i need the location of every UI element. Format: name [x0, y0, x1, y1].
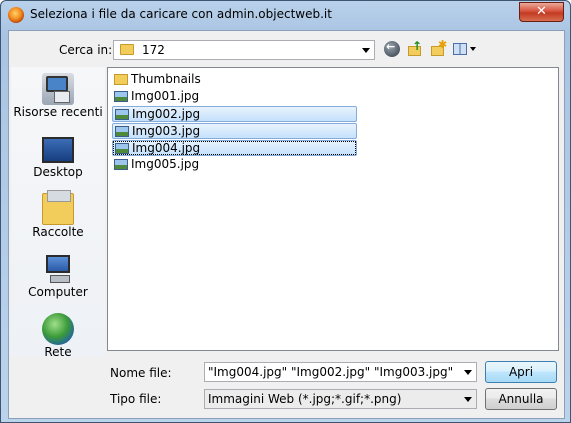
look-in-label: Cerca in: [59, 43, 113, 57]
place-label: Rete [44, 345, 72, 359]
back-icon[interactable] [384, 40, 400, 57]
list-item[interactable]: Thumbnails [112, 72, 202, 88]
list-item[interactable]: Img004.jpg [112, 140, 357, 156]
close-button[interactable]: ✕ [519, 2, 564, 22]
list-item[interactable]: Img002.jpg [112, 106, 357, 122]
place-label: Desktop [33, 165, 83, 179]
places-bar: Risorse recenti Desktop Raccolte Compute… [11, 67, 105, 359]
dialog-body: Cerca in: 172 ↑ ✱ Risorse recenti Deskto… [8, 30, 565, 419]
chevron-down-icon[interactable] [464, 397, 472, 402]
image-file-icon [115, 126, 129, 137]
folder-icon [114, 74, 128, 85]
filename-value: "Img004.jpg" "Img002.jpg" "Img003.jpg" [208, 365, 454, 379]
image-file-icon [115, 109, 129, 120]
place-desktop[interactable]: Desktop [11, 127, 105, 185]
file-dialog-window: Seleziona i file da caricare con admin.o… [0, 0, 571, 423]
close-icon: ✕ [536, 4, 547, 19]
look-in-value: 172 [142, 43, 165, 57]
firefox-icon [8, 7, 24, 23]
place-label: Risorse recenti [13, 105, 103, 119]
new-folder-icon[interactable]: ✱ [430, 38, 447, 57]
list-item[interactable]: Img001.jpg [112, 89, 202, 105]
recent-places-icon [42, 73, 74, 105]
place-label: Computer [28, 285, 88, 299]
image-file-icon [115, 143, 129, 154]
title-bar[interactable]: Seleziona i file da caricare con admin.o… [1, 1, 570, 29]
window-title: Seleziona i file da caricare con admin.o… [30, 7, 332, 21]
file-name: Img003.jpg [132, 124, 201, 138]
file-list[interactable]: Thumbnails Img001.jpg Img002.jpg Img003.… [107, 67, 559, 351]
place-recent[interactable]: Risorse recenti [11, 67, 105, 125]
filetype-value: Immagini Web (*.jpg;*.gif;*.png) [208, 392, 402, 406]
file-name: Img004.jpg [132, 141, 201, 155]
open-button[interactable]: Apri [485, 361, 557, 383]
computer-icon [42, 253, 74, 285]
filename-label: Nome file: [110, 366, 172, 380]
place-libraries[interactable]: Raccolte [11, 187, 105, 245]
libraries-icon [42, 190, 74, 225]
chevron-down-icon[interactable] [362, 48, 370, 53]
filetype-dropdown[interactable]: Immagini Web (*.jpg;*.gif;*.png) [204, 389, 477, 409]
filename-field[interactable]: "Img004.jpg" "Img002.jpg" "Img003.jpg" [204, 362, 477, 382]
image-file-icon [114, 159, 128, 170]
desktop-icon [42, 137, 74, 163]
up-folder-icon[interactable]: ↑ [407, 39, 423, 57]
filetype-label: Tipo file: [110, 392, 162, 406]
place-network[interactable]: Rete [11, 307, 105, 365]
chevron-down-icon[interactable] [464, 370, 472, 375]
folder-icon [120, 44, 134, 55]
look-in-dropdown[interactable]: 172 [113, 40, 375, 60]
file-name: Img005.jpg [131, 157, 200, 171]
file-name: Img001.jpg [131, 89, 200, 103]
network-icon [42, 313, 74, 345]
image-file-icon [114, 91, 128, 102]
place-computer[interactable]: Computer [11, 247, 105, 305]
file-name: Img002.jpg [132, 107, 201, 121]
cancel-button[interactable]: Annulla [485, 388, 557, 410]
place-label: Raccolte [32, 225, 84, 239]
list-item[interactable]: Img005.jpg [112, 157, 202, 173]
view-menu-icon[interactable] [453, 41, 479, 57]
list-item[interactable]: Img003.jpg [112, 123, 357, 139]
file-name: Thumbnails [131, 72, 201, 86]
